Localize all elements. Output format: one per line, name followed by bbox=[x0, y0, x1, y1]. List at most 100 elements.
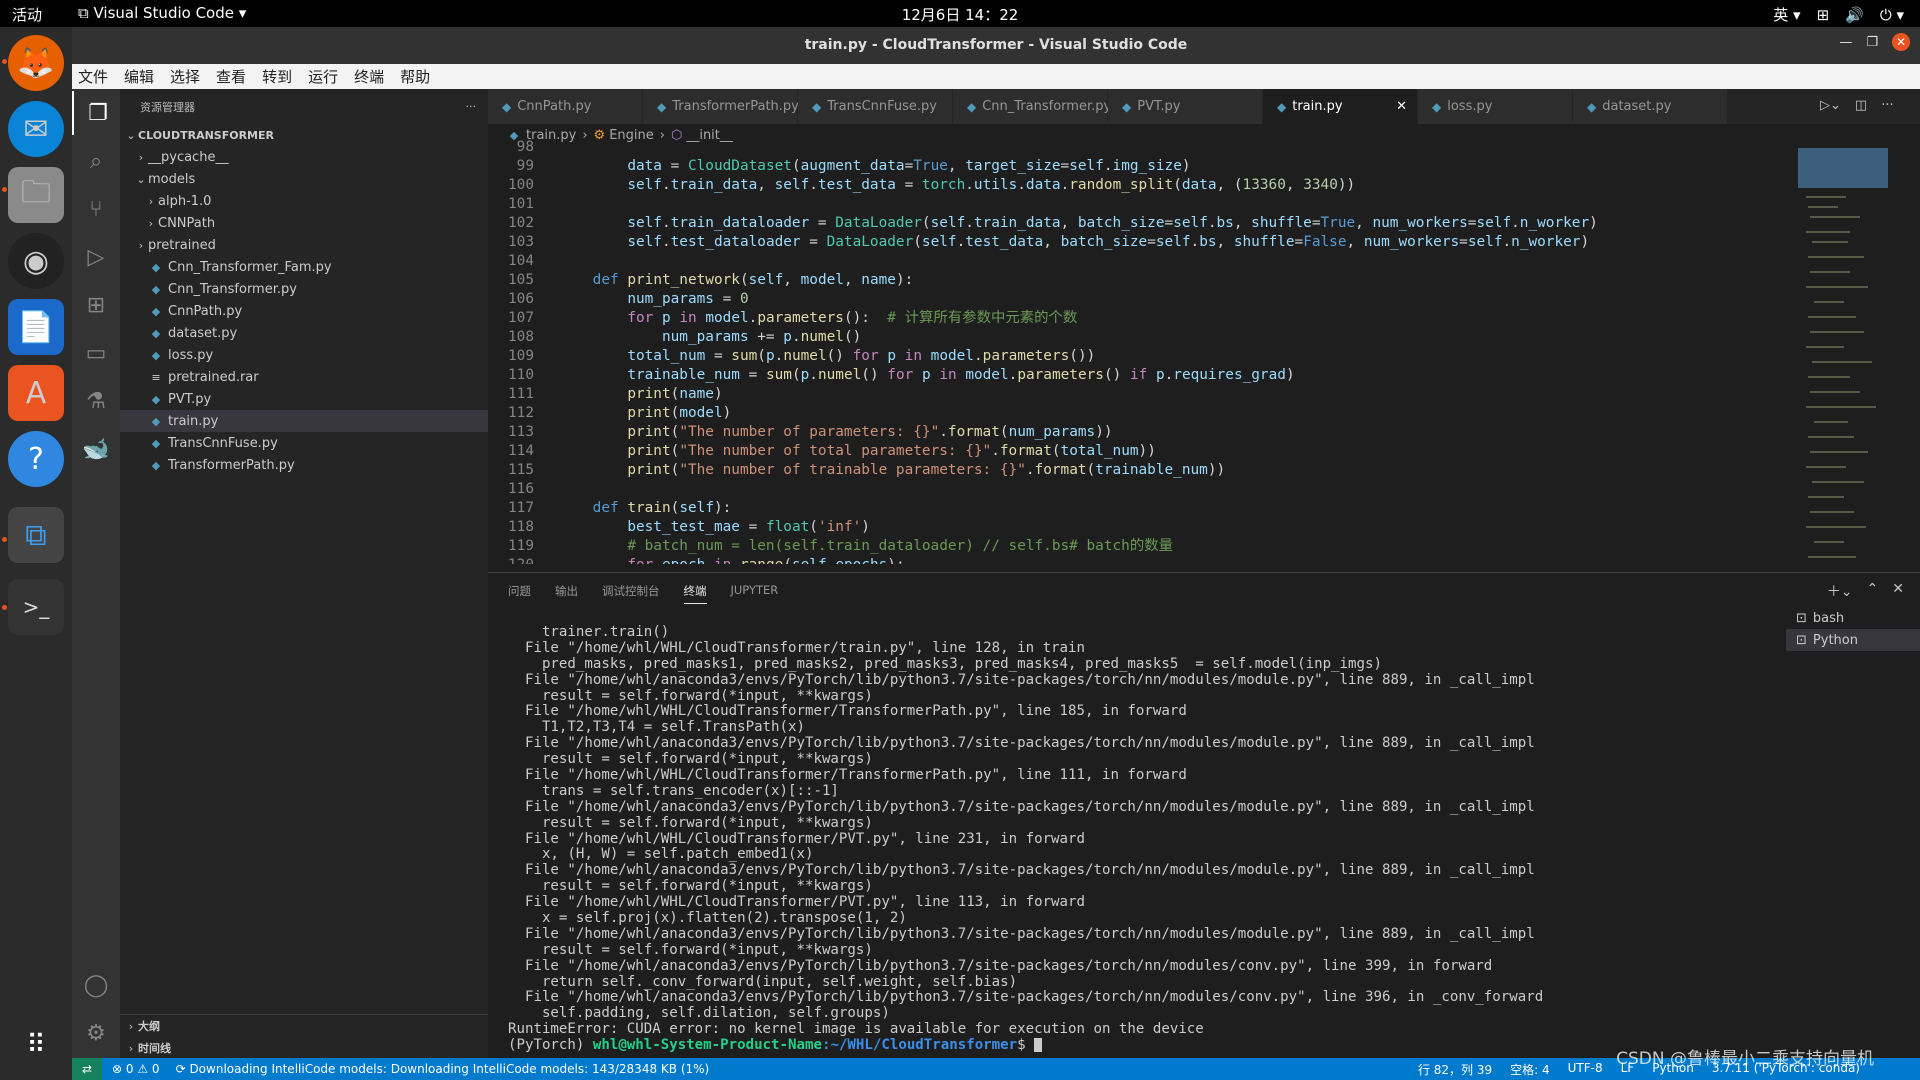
tree-folder[interactable]: › pretrained bbox=[120, 234, 488, 256]
tree-file[interactable]: ◆ dataset.py bbox=[120, 322, 488, 344]
editor-tab[interactable]: ◆ TransformerPath.py bbox=[643, 89, 799, 124]
problems-indicator[interactable]: ⊗ 0 ⚠ 0 bbox=[112, 1062, 160, 1076]
code-text: self.train_dataloader = DataLoader(self.… bbox=[627, 215, 1598, 231]
line-number: 105 bbox=[508, 272, 534, 288]
encoding[interactable]: UTF-8 bbox=[1568, 1061, 1603, 1078]
outline-section[interactable]: › 大纲 bbox=[120, 1015, 488, 1037]
code-line: 100 self.train_data, self.test_data = to… bbox=[488, 176, 1796, 195]
tab-problems[interactable]: 问题 bbox=[508, 583, 531, 604]
close-tab-icon[interactable]: ✕ bbox=[1396, 99, 1407, 114]
tree-folder[interactable]: › __pycache__ bbox=[120, 146, 488, 168]
tab-output[interactable]: 输出 bbox=[555, 583, 578, 604]
editor-tab[interactable]: ◆ Cnn_Transformer.py bbox=[953, 89, 1111, 124]
firefox-icon[interactable]: 🦊 bbox=[8, 35, 64, 91]
python-file-icon: ◆ bbox=[151, 414, 161, 428]
tree-file[interactable]: ◆ loss.py bbox=[120, 344, 488, 366]
menu-file[interactable]: 文件 bbox=[78, 66, 108, 87]
account-icon[interactable]: ◯ bbox=[72, 963, 120, 1007]
code-text: # batch_num = len(self.train_dataloader)… bbox=[627, 538, 1173, 554]
editor-tab[interactable]: ◆ train.py ✕ bbox=[1263, 89, 1418, 124]
show-applications-icon[interactable]: ⠿ bbox=[8, 1017, 64, 1073]
vscode-icon[interactable]: ⧉ bbox=[8, 507, 64, 563]
terminal-prompt[interactable]: (PyTorch) whl@whl-System-Product-Name:~/… bbox=[508, 1037, 1748, 1054]
tree-folder[interactable]: › CNNPath bbox=[120, 212, 488, 234]
code-editor[interactable]: 98 99 data = CloudDataset(augment_data=Tr… bbox=[488, 138, 1796, 564]
tree-file[interactable]: ◆ PVT.py bbox=[120, 388, 488, 410]
input-method-indicator[interactable]: 英 ▾ bbox=[1773, 4, 1800, 25]
editor-tab[interactable]: ◆ CnnPath.py bbox=[488, 89, 643, 124]
editor-tab[interactable]: ◆ dataset.py bbox=[1573, 89, 1728, 124]
activities-button[interactable]: 活动 bbox=[12, 4, 42, 25]
menu-view[interactable]: 查看 bbox=[216, 66, 246, 87]
more-actions-icon[interactable]: ··· bbox=[1881, 98, 1893, 113]
new-terminal-icon[interactable]: ＋⌄ bbox=[1827, 581, 1853, 601]
editor-tab[interactable]: ◆ loss.py bbox=[1418, 89, 1573, 124]
editor-tab[interactable]: ◆ PVT.py bbox=[1108, 89, 1263, 124]
rhythmbox-icon[interactable]: ◉ bbox=[8, 233, 64, 289]
tree-file[interactable]: ◆ TransCnnFuse.py bbox=[120, 432, 488, 454]
menu-go[interactable]: 转到 bbox=[262, 66, 292, 87]
close-icon[interactable]: ✕ bbox=[1892, 33, 1910, 51]
running-indicator bbox=[2, 59, 7, 64]
tree-folder[interactable]: ⌄ models bbox=[120, 168, 488, 190]
python-file-icon: ◆ bbox=[151, 282, 161, 296]
tree-file[interactable]: ◆ CnnPath.py bbox=[120, 300, 488, 322]
settings-gear-icon[interactable]: ⚙ bbox=[72, 1011, 120, 1055]
terminal-icon[interactable]: >_ bbox=[8, 579, 64, 635]
terminal-item-python[interactable]: ⊡ Python bbox=[1786, 629, 1920, 651]
menu-run[interactable]: 运行 bbox=[308, 66, 338, 87]
menu-edit[interactable]: 编辑 bbox=[124, 66, 154, 87]
remote-explorer-icon[interactable]: ▭ bbox=[72, 331, 120, 375]
source-control-icon[interactable]: ⑂ bbox=[72, 187, 120, 231]
intellicode-status[interactable]: ⟳ Downloading IntelliCode models: Downlo… bbox=[176, 1062, 710, 1076]
close-panel-icon[interactable]: ✕ bbox=[1892, 581, 1904, 601]
remote-icon[interactable]: ⇄ bbox=[72, 1058, 102, 1080]
editor-tab[interactable]: ◆ TransCnnFuse.py bbox=[798, 89, 953, 124]
restore-icon[interactable]: ❐ bbox=[1866, 35, 1878, 50]
clock[interactable]: 12月6日 14：22 bbox=[0, 4, 1920, 25]
testing-icon[interactable]: ⚗ bbox=[72, 379, 120, 423]
tree-file[interactable]: ◆ TransformerPath.py bbox=[120, 454, 488, 476]
workspace-root[interactable]: ⌄ CLOUDTRANSFORMER bbox=[120, 124, 488, 146]
software-center-icon[interactable]: A bbox=[8, 365, 64, 421]
tree-folder[interactable]: › alph-1.0 bbox=[120, 190, 488, 212]
power-icon[interactable]: ⏻ ▾ bbox=[1880, 6, 1904, 24]
libreoffice-writer-icon[interactable]: 📄 bbox=[8, 299, 64, 355]
more-actions-icon[interactable]: ··· bbox=[466, 100, 477, 113]
tree-file[interactable]: ≡ pretrained.rar bbox=[120, 366, 488, 388]
terminal-line: result = self.forward(*input, **kwargs) bbox=[508, 814, 873, 831]
minimize-icon[interactable]: — bbox=[1839, 35, 1852, 50]
menu-help[interactable]: 帮助 bbox=[400, 66, 430, 87]
thunderbird-icon[interactable]: ✉ bbox=[8, 101, 64, 157]
extensions-icon[interactable]: ⊞ bbox=[72, 283, 120, 327]
help-icon[interactable]: ? bbox=[8, 431, 64, 487]
cursor-position[interactable]: 行 82，列 39 bbox=[1418, 1061, 1492, 1078]
maximize-panel-icon[interactable]: ⌃ bbox=[1867, 581, 1879, 601]
menu-terminal[interactable]: 终端 bbox=[354, 66, 384, 87]
indentation[interactable]: 空格: 4 bbox=[1510, 1061, 1550, 1078]
tree-file[interactable]: ◆ Cnn_Transformer_Fam.py bbox=[120, 256, 488, 278]
terminal-output[interactable]: trainer.train() File "/home/whl/WHL/Clou… bbox=[508, 625, 1748, 1055]
tree-file[interactable]: ◆ train.py bbox=[120, 410, 488, 432]
python-file-icon: ◆ bbox=[151, 392, 161, 406]
terminal-item-bash[interactable]: ⊡ bash bbox=[1786, 607, 1920, 629]
search-icon[interactable]: ⌕ bbox=[72, 139, 120, 183]
tab-jupyter[interactable]: JUPYTER bbox=[731, 583, 779, 604]
tab-terminal[interactable]: 终端 bbox=[683, 583, 707, 604]
docker-icon[interactable]: 🐋 bbox=[72, 427, 120, 471]
app-menu[interactable]: ⧉ Visual Studio Code ▾ bbox=[78, 4, 246, 22]
run-python-icon[interactable]: ▷⌄ bbox=[1820, 98, 1841, 113]
tab-label: dataset.py bbox=[1602, 99, 1672, 114]
minimap[interactable] bbox=[1796, 146, 1906, 572]
run-debug-icon[interactable]: ▷ bbox=[72, 235, 120, 279]
network-icon[interactable]: ⊞ bbox=[1817, 6, 1830, 24]
timeline-section[interactable]: › 时间线 bbox=[120, 1037, 488, 1059]
line-number: 106 bbox=[508, 291, 534, 307]
volume-icon[interactable]: 🔊 bbox=[1845, 6, 1864, 24]
explorer-icon[interactable]: ❐ bbox=[72, 91, 122, 135]
split-editor-icon[interactable]: ◫ bbox=[1855, 98, 1867, 113]
tab-debug-console[interactable]: 调试控制台 bbox=[602, 583, 660, 604]
menu-selection[interactable]: 选择 bbox=[170, 66, 200, 87]
files-icon[interactable]: 🗀 bbox=[8, 167, 64, 223]
tree-file[interactable]: ◆ Cnn_Transformer.py bbox=[120, 278, 488, 300]
